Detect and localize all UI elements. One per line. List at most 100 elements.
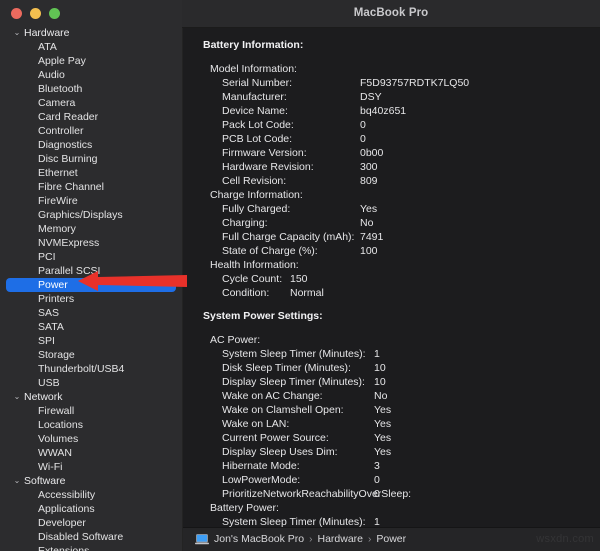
sidebar-item-software[interactable]: ⌄ Software [0, 474, 182, 488]
title-bar: MacBook Pro [182, 0, 600, 28]
selection-highlight [6, 278, 176, 292]
sidebar-item-label: Fibre Channel [38, 181, 104, 193]
report-row: Wake on LAN: Yes [183, 417, 600, 431]
sidebar-item-ata[interactable]: ATA [0, 40, 182, 54]
report-row-key: Wake on LAN: [222, 418, 290, 430]
watermark: wsxdn.com [536, 533, 594, 545]
report-row-key: System Sleep Timer (Minutes): [222, 348, 366, 360]
report-row-key: Charging: [222, 217, 268, 229]
report-content[interactable]: Battery Information: Model Information: … [183, 28, 600, 527]
sidebar-item-label: SAS [38, 307, 60, 319]
sidebar-item-label: Apple Pay [38, 55, 86, 67]
sidebar-item-nvmexpress[interactable]: NVMExpress [0, 236, 182, 250]
sidebar-item-spi[interactable]: SPI [0, 334, 182, 348]
sidebar-item-label: SPI [38, 335, 55, 347]
report-row-value: DSY [360, 91, 382, 103]
sidebar-item-locations[interactable]: Locations [0, 418, 182, 432]
sidebar-item-printers[interactable]: Printers [0, 292, 182, 306]
sidebar-item-camera[interactable]: Camera [0, 96, 182, 110]
sidebar-item-volumes[interactable]: Volumes [0, 432, 182, 446]
report-row-value: Normal [290, 287, 324, 299]
sidebar-item-label: Audio [38, 69, 65, 81]
sidebar-item-ethernet[interactable]: Ethernet [0, 166, 182, 180]
zoom-button[interactable] [49, 8, 60, 19]
sidebar-item-fibre-channel[interactable]: Fibre Channel [0, 180, 182, 194]
sidebar-item-power[interactable]: Power [0, 278, 182, 292]
sidebar-item-card-reader[interactable]: Card Reader [0, 110, 182, 124]
sidebar-item-label: Graphics/Displays [38, 209, 123, 221]
report-row-key: State of Charge (%): [222, 245, 318, 257]
sidebar-item-storage[interactable]: Storage [0, 348, 182, 362]
sidebar-item-firewire[interactable]: FireWire [0, 194, 182, 208]
chevron-down-icon[interactable]: ⌄ [12, 390, 22, 404]
report-row: Full Charge Capacity (mAh): 7491 [183, 230, 600, 244]
breadcrumb: Jon's MacBook Pro › Hardware › Power [195, 533, 406, 545]
report-row-key: Condition: [222, 287, 270, 299]
sidebar-item-hardware[interactable]: ⌄ Hardware [0, 26, 182, 40]
sidebar-item-sas[interactable]: SAS [0, 306, 182, 320]
sidebar-item-controller[interactable]: Controller [0, 124, 182, 138]
sidebar-item-thunderbolt-usb4[interactable]: Thunderbolt/USB4 [0, 362, 182, 376]
sidebar-item-developer[interactable]: Developer [0, 516, 182, 530]
report-row-key: Pack Lot Code: [222, 119, 294, 131]
report-row: Fully Charged: Yes [183, 202, 600, 216]
report-row-key: Firmware Version: [222, 147, 307, 159]
report-row: Device Name: bq40z651 [183, 104, 600, 118]
minimize-button[interactable] [30, 8, 41, 19]
report-row: System Sleep Timer (Minutes): 1 [183, 347, 600, 361]
sidebar-item-bluetooth[interactable]: Bluetooth [0, 82, 182, 96]
sidebar-item-label: Firewall [38, 405, 75, 417]
sidebar-item-label: Wi-Fi [38, 461, 63, 473]
battery-power-rows: System Sleep Timer (Minutes):1Disk Sleep… [183, 515, 600, 527]
sidebar-item-label: Thunderbolt/USB4 [38, 363, 125, 375]
sidebar-item-label: FireWire [38, 195, 78, 207]
report-row-value: 0 [360, 133, 366, 145]
sidebar-item-extensions[interactable]: Extensions [0, 544, 182, 551]
sidebar-item-label: PCI [38, 251, 56, 263]
report-row: Hardware Revision: 300 [183, 160, 600, 174]
report-row: Wake on Clamshell Open: Yes [183, 403, 600, 417]
report-row: Wake on AC Change: No [183, 389, 600, 403]
sidebar-item-memory[interactable]: Memory [0, 222, 182, 236]
close-button[interactable] [11, 8, 22, 19]
sidebar-item-apple-pay[interactable]: Apple Pay [0, 54, 182, 68]
report-row-value: 0b00 [360, 147, 384, 159]
report-row: Disk Sleep Timer (Minutes): 10 [183, 361, 600, 375]
sidebar-item-wi-fi[interactable]: Wi-Fi [0, 460, 182, 474]
sidebar-item-label: Applications [38, 503, 95, 515]
sidebar-item-diagnostics[interactable]: Diagnostics [0, 138, 182, 152]
sidebar-item-label: Controller [38, 125, 84, 137]
sidebar-item-wwan[interactable]: WWAN [0, 446, 182, 460]
breadcrumb-category[interactable]: Hardware [317, 533, 363, 545]
sidebar-item-usb[interactable]: USB [0, 376, 182, 390]
report-row: LowPowerMode: 0 [183, 473, 600, 487]
sidebar-item-firewall[interactable]: Firewall [0, 404, 182, 418]
breadcrumb-page[interactable]: Power [376, 533, 406, 545]
sidebar-item-audio[interactable]: Audio [0, 68, 182, 82]
sidebar-item-label: Parallel SCSI [38, 265, 101, 277]
sidebar-item-sata[interactable]: SATA [0, 320, 182, 334]
report-row-key: System Sleep Timer (Minutes): [222, 516, 366, 527]
report-row: Manufacturer: DSY [183, 90, 600, 104]
laptop-icon [195, 533, 209, 544]
report-row-value: Yes [360, 203, 378, 215]
sidebar-item-network[interactable]: ⌄ Network [0, 390, 182, 404]
breadcrumb-device[interactable]: Jon's MacBook Pro [214, 533, 304, 545]
sidebar-item-disc-burning[interactable]: Disc Burning [0, 152, 182, 166]
sidebar-item-graphics-displays[interactable]: Graphics/Displays [0, 208, 182, 222]
sidebar-item-accessibility[interactable]: Accessibility [0, 488, 182, 502]
sidebar-item-disabled-software[interactable]: Disabled Software [0, 530, 182, 544]
report-row-key: Display Sleep Uses Dim: [222, 446, 338, 458]
report-row-key: Hardware Revision: [222, 161, 314, 173]
sidebar-list: ⌄ Hardware ATA Apple Pay Audio Bluetooth Camer… [0, 26, 182, 551]
sidebar-item-parallel-scsi[interactable]: Parallel SCSI [0, 264, 182, 278]
report-row-key: LowPowerMode: [222, 474, 301, 486]
sidebar-item-label: Software [24, 475, 66, 487]
chevron-down-icon[interactable]: ⌄ [12, 474, 22, 488]
sidebar-item-label: Disc Burning [38, 153, 98, 165]
report-row-value: 7491 [360, 231, 384, 243]
chevron-down-icon[interactable]: ⌄ [12, 26, 22, 40]
report-row-value: 809 [360, 175, 378, 187]
sidebar-item-applications[interactable]: Applications [0, 502, 182, 516]
sidebar-item-pci[interactable]: PCI [0, 250, 182, 264]
